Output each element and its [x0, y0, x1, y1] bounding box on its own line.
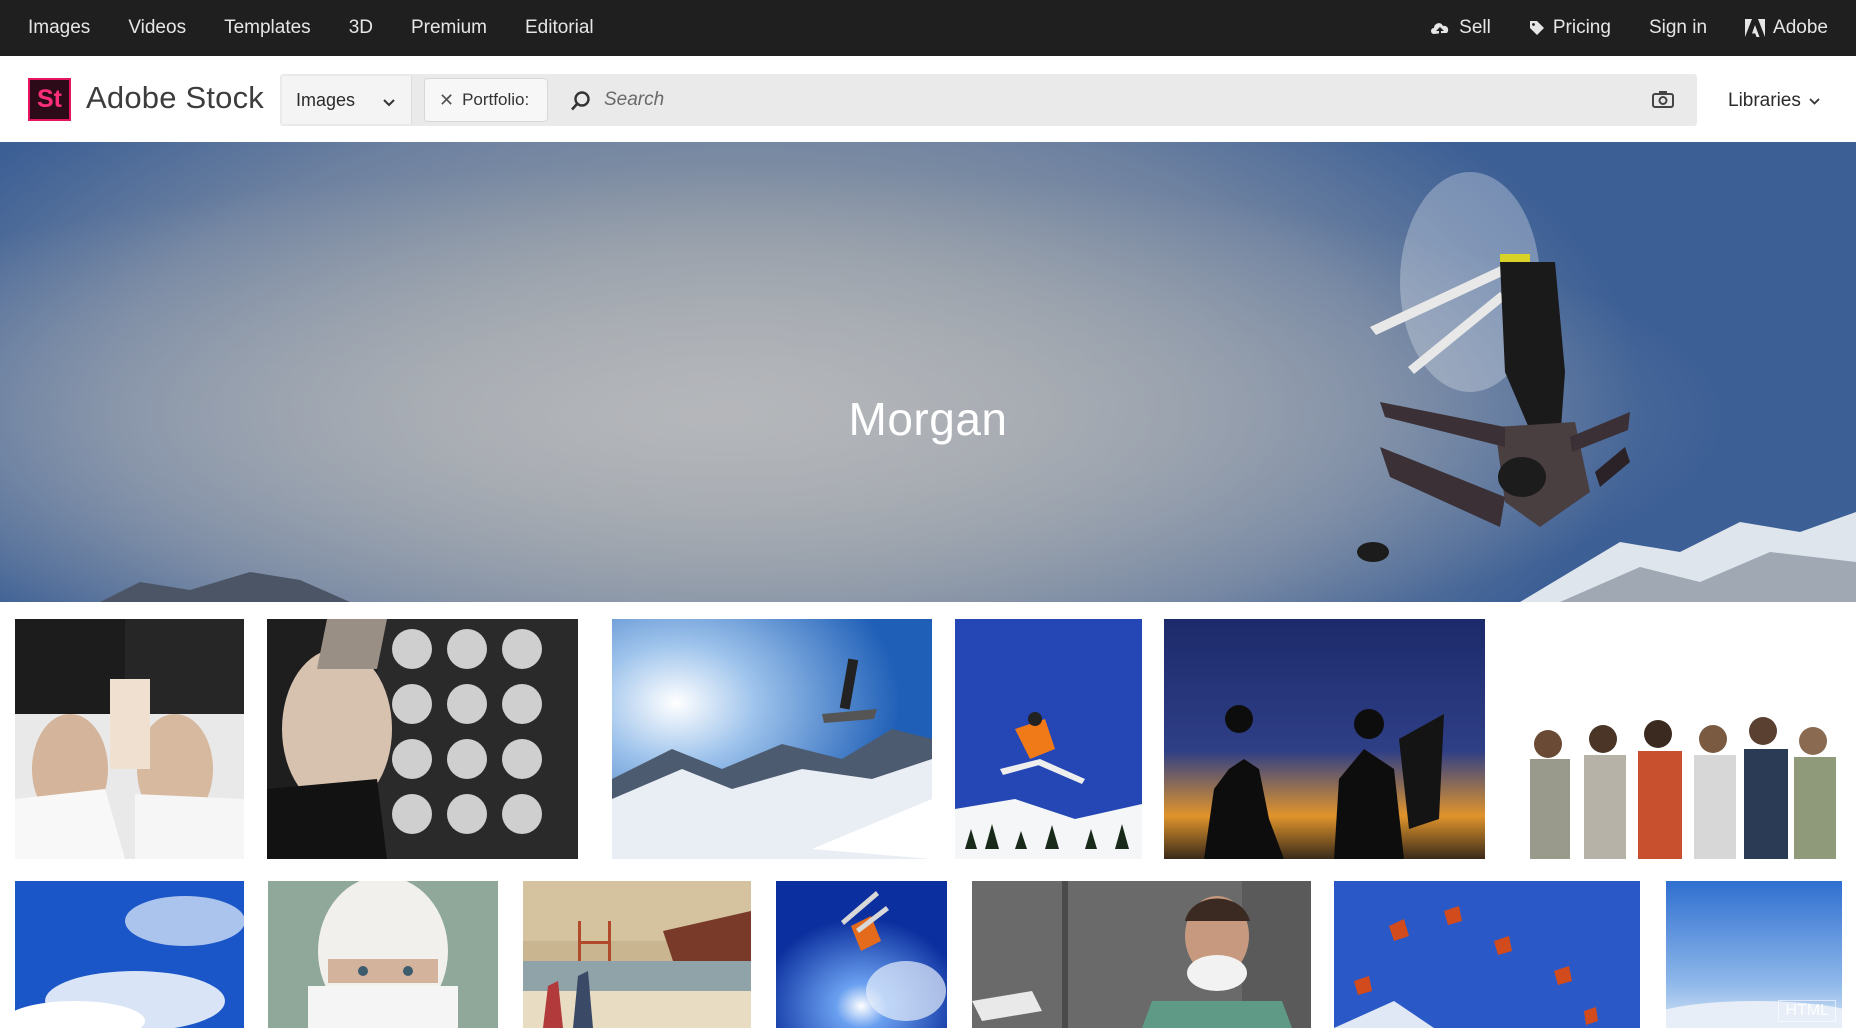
thumbnail-doctor-mask[interactable]: [972, 881, 1311, 1028]
image-skier-mountains: [612, 619, 932, 859]
search-bar: Images ✕ Portfolio:: [280, 74, 1697, 126]
portfolio-title: Morgan: [848, 393, 1008, 445]
adobe-stock-logo[interactable]: St: [28, 78, 71, 121]
nav-videos[interactable]: Videos: [128, 17, 186, 39]
thumbnail-doctors-xray[interactable]: [15, 619, 244, 859]
signin-link[interactable]: Sign in: [1649, 17, 1707, 39]
close-icon[interactable]: ✕: [439, 90, 454, 111]
adobe-link[interactable]: Adobe: [1745, 17, 1828, 39]
image-doctors-xray: [15, 619, 244, 859]
nav-images[interactable]: Images: [28, 17, 90, 39]
libraries-menu[interactable]: Libraries: [1728, 90, 1820, 112]
search-input[interactable]: [604, 82, 1604, 118]
image-skydivers: [1334, 881, 1640, 1028]
image-doctor-scans: [267, 619, 578, 859]
thumbnail-doctor-scans[interactable]: [267, 619, 578, 859]
image-beach-family: [523, 881, 751, 1028]
image-sunset-silhouettes: [1164, 619, 1485, 859]
thumbnail-skier-mountains[interactable]: [612, 619, 932, 859]
libraries-label: Libraries: [1728, 90, 1801, 111]
image-doctor-mask: [972, 881, 1311, 1028]
image-surgeon-mask: [268, 881, 498, 1028]
image-skier-sun: [776, 881, 947, 1028]
thumbnail-sunset-silhouettes[interactable]: [1164, 619, 1485, 859]
portfolio-chip-label: Portfolio:: [462, 90, 530, 109]
image-friends-hugging: [1508, 619, 1842, 859]
portfolio-filter-chip[interactable]: ✕ Portfolio:: [424, 78, 548, 122]
pricing-label: Pricing: [1552, 17, 1611, 38]
search-icon: [570, 90, 592, 117]
sell-link[interactable]: Sell: [1429, 17, 1491, 39]
image-skier-orange-jump: [955, 619, 1142, 859]
top-nav-left: Images Videos Templates 3D Premium Edito…: [28, 0, 594, 56]
portfolio-hero-banner: Morgan: [0, 142, 1856, 602]
adobe-label: Adobe: [1773, 17, 1828, 38]
nav-templates[interactable]: Templates: [224, 17, 311, 39]
asset-type-value: Images: [296, 89, 356, 110]
watermark-badge: HTML: [1778, 1000, 1836, 1022]
thumbnail-friends-hugging[interactable]: [1508, 619, 1842, 859]
top-nav-right: Sell Pricing Sign in Adobe: [1429, 0, 1828, 56]
adobe-logo-icon: [1745, 19, 1766, 37]
thumbnail-skydivers[interactable]: [1334, 881, 1640, 1028]
search-header: St Adobe Stock Images ✕ Portfolio: Libra…: [0, 56, 1856, 142]
thumbnail-skier-sun[interactable]: [776, 881, 947, 1028]
camera-icon[interactable]: [1651, 89, 1675, 114]
sell-label: Sell: [1459, 17, 1491, 38]
thumbnail-surgeon-mask[interactable]: [268, 881, 498, 1028]
cloud-upload-icon: [1429, 19, 1451, 37]
thumbnail-sky-clouds[interactable]: [15, 881, 244, 1028]
brand-name[interactable]: Adobe Stock: [86, 80, 264, 116]
thumbnail-beach-family[interactable]: [523, 881, 751, 1028]
nav-3d[interactable]: 3D: [349, 17, 373, 39]
chevron-down-icon: [1809, 90, 1820, 112]
top-navigation: Images Videos Templates 3D Premium Edito…: [0, 0, 1856, 56]
chevron-down-icon: [383, 92, 395, 113]
pricing-link[interactable]: Pricing: [1529, 17, 1611, 39]
asset-type-dropdown[interactable]: Images: [282, 76, 412, 124]
thumbnail-skier-orange-jump[interactable]: [955, 619, 1142, 859]
hero-skier-image: [0, 142, 1856, 602]
nav-editorial[interactable]: Editorial: [525, 17, 594, 39]
tag-icon: [1529, 20, 1545, 36]
nav-premium[interactable]: Premium: [411, 17, 487, 39]
image-sky-clouds: [15, 881, 244, 1028]
